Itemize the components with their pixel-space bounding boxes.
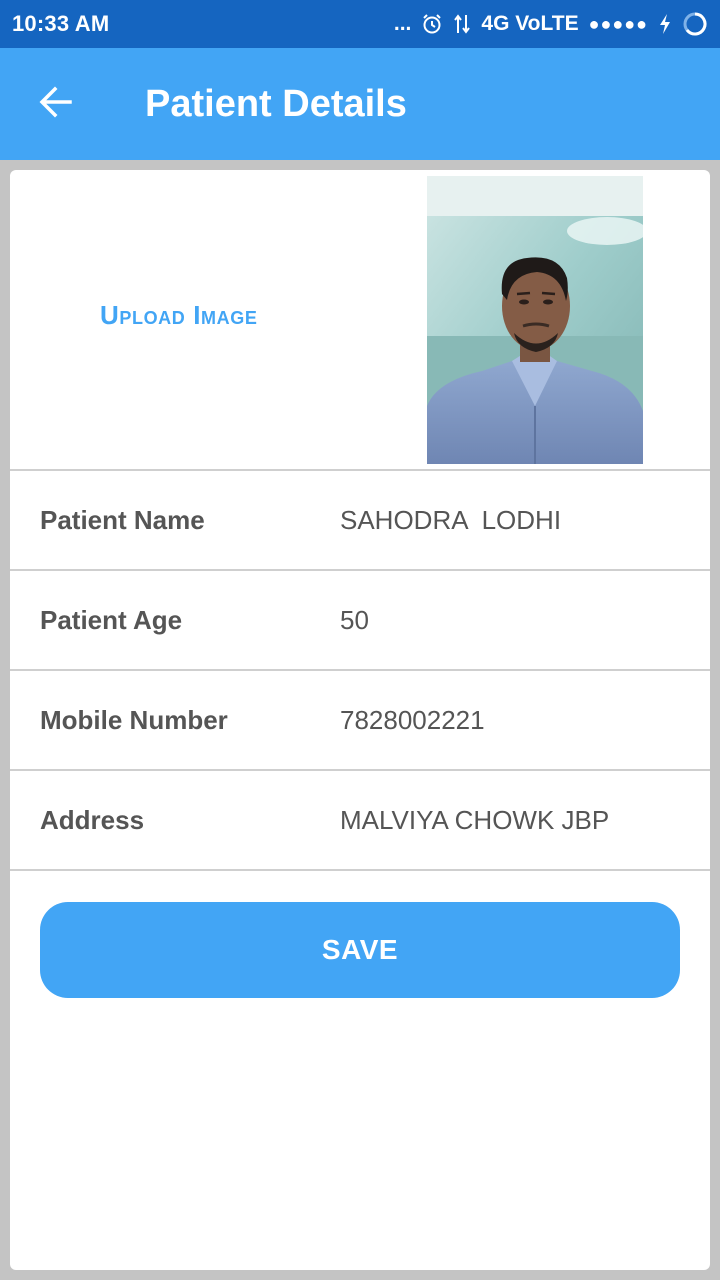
status-bar: 10:33 AM ... 4G VoLTE ●●●●● [0,0,720,48]
mobile-number-value: 7828002221 [340,704,485,735]
address-value: MALVIYA CHOWK JBP [340,804,610,835]
battery-icon [682,11,708,37]
data-transfer-icon [453,13,471,35]
patient-age-row: Patient Age 50 [10,571,710,671]
patient-age-value: 50 [340,604,369,635]
page-title: Patient Details [145,82,407,125]
patient-age-label: Patient Age [40,604,183,635]
upload-image-button[interactable]: Upload Image [100,300,257,331]
back-button[interactable] [0,48,112,160]
charging-icon [658,13,672,35]
mobile-number-row: Mobile Number 7828002221 [10,671,710,771]
patient-name-value: SAHODRA LODHI [340,504,562,535]
save-button[interactable]: SAVE [40,902,680,998]
status-icons: ... 4G VoLTE ●●●●● [394,11,708,37]
app-bar: Patient Details [0,48,720,160]
patient-form-card: Upload Image Patient Name SAHODRA LODHI … [10,170,710,1270]
patient-photo [427,176,643,464]
image-section: Upload Image [10,170,710,471]
status-time: 10:33 AM [12,11,110,36]
address-label: Address [40,804,145,835]
more-notifications: ... [393,12,412,35]
network-type: 4G VoLTE [481,12,579,35]
arrow-left-icon [38,84,74,125]
signal-strength-icon: ●●●●● [588,13,648,34]
alarm-icon [421,13,443,35]
mobile-number-label: Mobile Number [40,704,228,735]
patient-name-label: Patient Name [40,504,205,535]
patient-name-row: Patient Name SAHODRA LODHI [10,471,710,571]
address-row: Address MALVIYA CHOWK JBP [10,771,710,871]
